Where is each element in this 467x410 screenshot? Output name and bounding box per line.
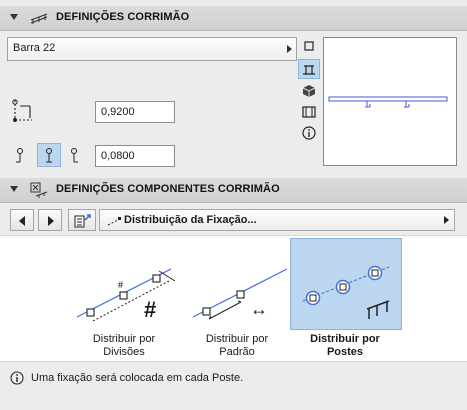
3d-view-icon[interactable]	[302, 84, 316, 98]
height-offset-icon	[12, 99, 32, 122]
info-message: Uma fixação será colocada em cada Poste.	[31, 372, 244, 384]
divisions-diagram-icon: #	[76, 268, 176, 321]
square-view-icon[interactable]	[304, 41, 314, 51]
elevation-view-icon	[303, 65, 315, 75]
pattern-diagram-icon	[192, 268, 288, 320]
info-icon	[10, 371, 24, 385]
collapse-triangle-icon[interactable]	[10, 186, 18, 192]
collapse-triangle-icon[interactable]	[10, 14, 18, 20]
view-mode-toolbar	[297, 37, 321, 165]
list-with-arrow-icon	[74, 214, 91, 228]
dropdown-arrow-icon	[287, 45, 292, 53]
posts-label: Distribuir por Postes	[310, 333, 380, 358]
rail-settings-title: DEFINIÇÕES CORRIMÃO	[56, 11, 190, 23]
profile-name: Barra 22	[13, 42, 56, 54]
list-view-icon[interactable]	[302, 105, 316, 119]
railing-icon	[30, 13, 48, 24]
posts-diagram-icon	[302, 265, 390, 319]
spacing-input[interactable]: 0,0800	[95, 145, 175, 167]
components-title: DEFINIÇÕES COMPONENTES CORRIMÃO	[56, 183, 280, 195]
rail-preview-drawing	[328, 96, 448, 108]
rail-settings-header[interactable]: DEFINIÇÕES CORRIMÃO	[0, 6, 467, 31]
dropdown-arrow-icon	[444, 216, 449, 224]
pattern-label: Distribuir por Padrão	[205, 333, 269, 358]
components-header[interactable]: DEFINIÇÕES COMPONENTES CORRIMÃO	[0, 178, 467, 203]
anchor-center-button[interactable]	[37, 143, 61, 167]
hash-symbol-icon: #	[144, 297, 157, 322]
double-arrow-icon: ↔	[250, 299, 268, 319]
component-page-label: Distribuição da Fixação...	[124, 214, 257, 226]
distribute-by-posts-option[interactable]	[290, 238, 402, 330]
components-icon	[30, 182, 48, 198]
previous-arrow-icon	[19, 216, 25, 226]
distribution-options-panel: # # Distribuir por Divisões ↔ Distribuir…	[0, 235, 467, 362]
rail-preview	[323, 37, 457, 166]
component-page-dropdown[interactable]: Distribuição da Fixação...	[99, 209, 455, 231]
offset-input[interactable]: 0,9200	[95, 101, 175, 123]
next-arrow-icon	[48, 216, 54, 226]
elevation-view-button[interactable]	[298, 59, 320, 79]
anchor-right-icon[interactable]	[67, 147, 81, 163]
distribution-icon	[107, 217, 123, 226]
distribute-by-divisions-option[interactable]: # # Distribuir por Divisões	[64, 239, 184, 359]
next-button[interactable]	[38, 209, 62, 231]
anchor-left-icon[interactable]	[13, 147, 27, 163]
component-list-button[interactable]	[68, 209, 96, 231]
info-icon[interactable]	[302, 126, 316, 140]
svg-text:#: #	[118, 280, 123, 290]
distribute-by-pattern-option[interactable]: ↔ Distribuir por Padrão	[177, 239, 297, 359]
anchor-center-icon	[46, 148, 52, 163]
previous-button[interactable]	[10, 209, 34, 231]
divisions-label: Distribuir por Divisões	[92, 333, 156, 358]
profile-dropdown[interactable]: Barra 22	[7, 37, 297, 61]
